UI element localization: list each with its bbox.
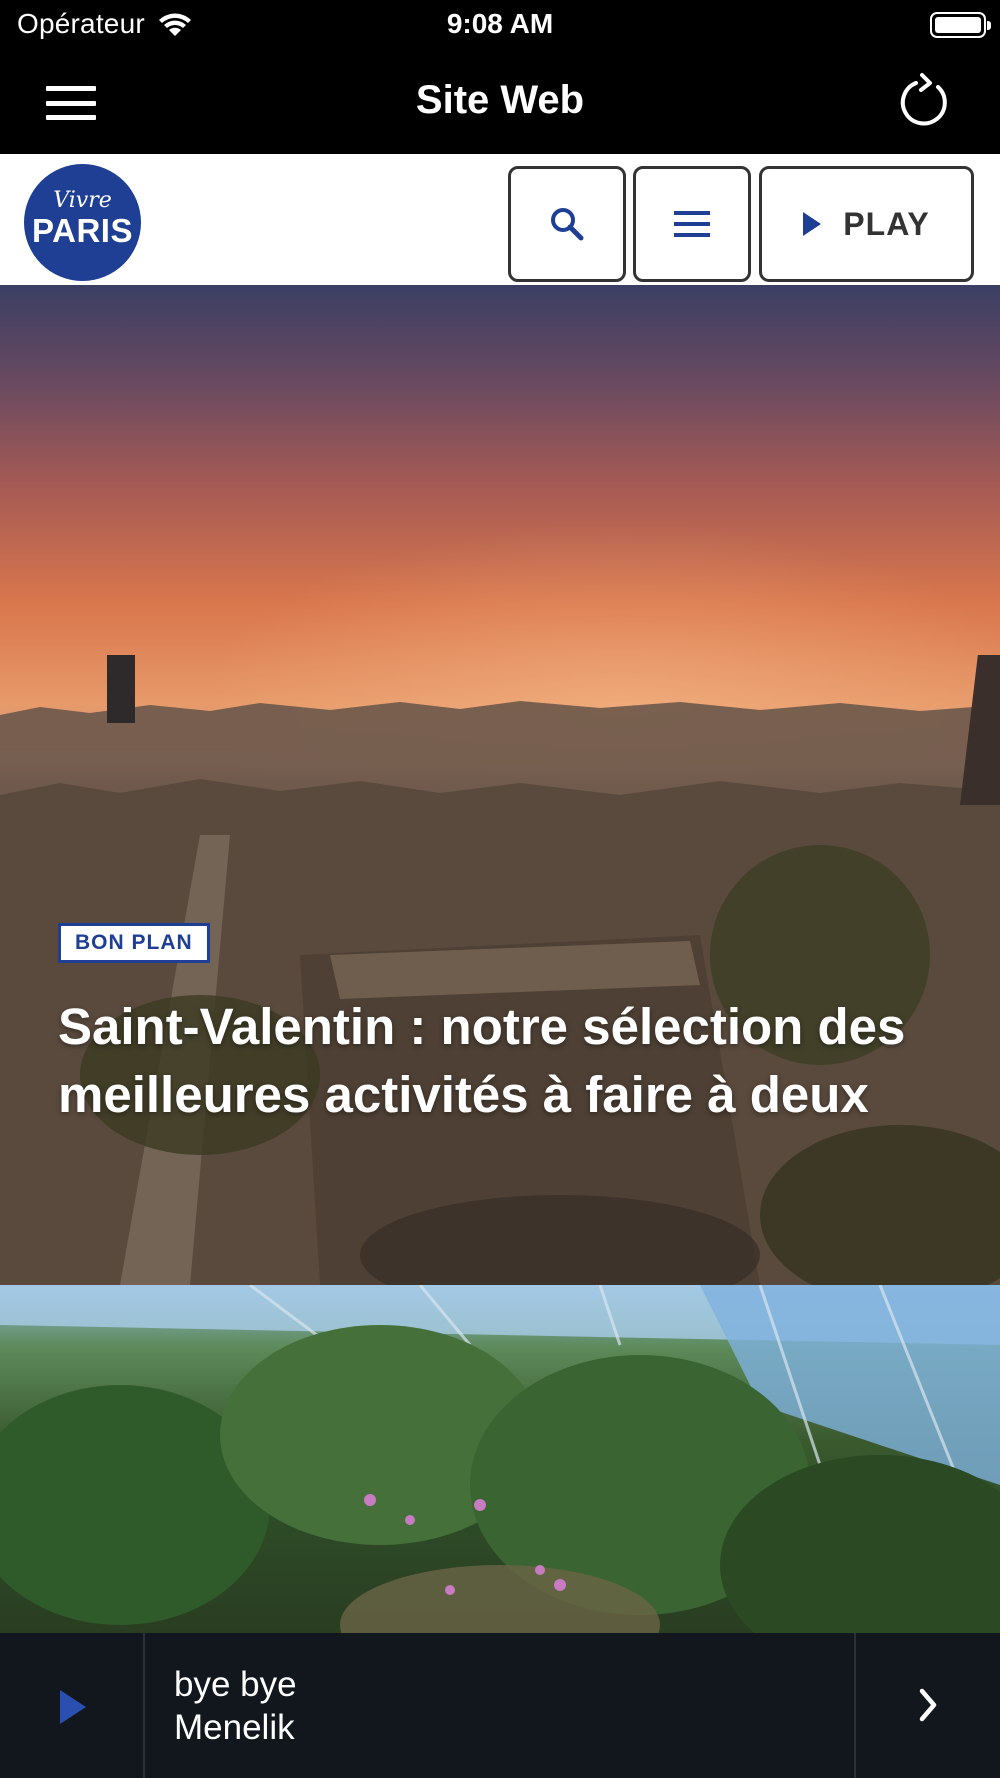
track-info[interactable]: bye bye Menelik <box>174 1663 834 1749</box>
screen: Opérateur 9:08 AM Site Web Vivre PARIS P… <box>0 0 1000 1778</box>
site-menu-button[interactable] <box>633 166 751 282</box>
track-line-2: Menelik <box>174 1708 295 1747</box>
logo-main: PARIS <box>32 212 133 249</box>
search-icon <box>551 208 584 241</box>
hero-article[interactable]: BON PLAN Saint-Valentin : notre sélectio… <box>0 285 1000 1285</box>
menu-line <box>674 233 710 237</box>
refresh-icon[interactable] <box>892 68 960 136</box>
play-label: PLAY <box>843 205 930 242</box>
status-bar: Opérateur 9:08 AM <box>0 0 1000 52</box>
app-nav-bar: Site Web <box>0 52 1000 154</box>
status-time: 9:08 AM <box>446 8 554 39</box>
site-header: Vivre PARIS PLAY <box>0 154 1000 285</box>
battery-level <box>935 17 981 33</box>
second-article-image[interactable] <box>0 1285 1000 1633</box>
logo-script: Vivre <box>53 188 112 213</box>
audio-player: bye bye Menelik <box>0 1633 1000 1778</box>
player-next-button[interactable] <box>856 1633 1000 1778</box>
divider <box>143 1633 145 1778</box>
play-icon <box>803 212 822 236</box>
menu-line <box>674 222 710 226</box>
menu-icon <box>674 211 710 237</box>
player-play-button[interactable] <box>0 1633 143 1778</box>
track-line-1: bye bye <box>174 1665 297 1704</box>
chevron-right-icon <box>919 1688 937 1722</box>
paris-skyline-image <box>0 655 1000 1285</box>
battery-icon <box>930 12 991 38</box>
play-icon <box>60 1690 86 1724</box>
play-button[interactable]: PLAY <box>759 166 974 282</box>
search-button[interactable] <box>508 166 626 282</box>
menu-line <box>674 211 710 215</box>
article-title[interactable]: Saint-Valentin : notre sélection des mei… <box>58 993 958 1129</box>
category-tag[interactable]: BON PLAN <box>58 923 210 963</box>
vivre-paris-logo[interactable]: Vivre PARIS <box>24 164 141 281</box>
nav-title: Site Web <box>415 78 585 122</box>
greenhouse-image <box>0 1285 1000 1633</box>
battery-nub <box>987 21 991 30</box>
